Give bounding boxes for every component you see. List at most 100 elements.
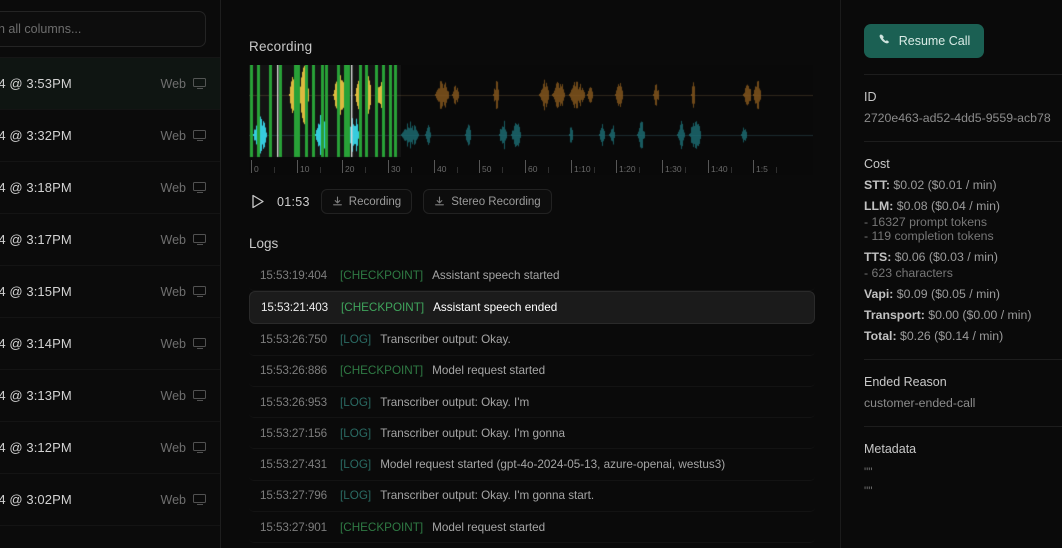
cost-line: LLM: $0.08 ($0.04 / min)	[864, 199, 1062, 213]
row-channel: Web	[160, 76, 186, 91]
log-row-selected[interactable]: 15:53:21:403 [CHECKPOINT] Assistant speech…	[249, 291, 815, 325]
table-row[interactable]: 24 @ 3:02PM Web	[0, 474, 220, 526]
log-timestamp: 15:53:27:431	[260, 458, 328, 472]
log-message: Assistant speech started	[432, 268, 560, 282]
recording-title: Recording	[249, 39, 313, 54]
ruler-label: 40	[437, 164, 447, 174]
ruler-tick	[571, 160, 572, 173]
log-row[interactable]: 15:53:27:156 [LOG] Transcriber output: Oka…	[249, 418, 815, 450]
play-button[interactable]	[249, 193, 266, 210]
log-row[interactable]: 15:53:28:102[LOG]Model request started (…	[249, 543, 815, 548]
monitor-icon	[193, 442, 206, 453]
table-row[interactable]: 24 @ 3:18PM Web	[0, 162, 220, 214]
row-channel: Web	[160, 336, 186, 351]
cost-group: STT: $0.02 ($0.01 / min)	[864, 178, 1062, 192]
resume-call-button[interactable]: Resume Call	[864, 24, 984, 58]
download-recording-button[interactable]: Recording	[320, 189, 413, 214]
log-message: Transcriber output: Okay.	[380, 332, 511, 346]
cost-value: $0.09 ($0.05 / min)	[893, 287, 1001, 301]
log-message: Model request started	[432, 364, 546, 378]
ruler-label: 1:40	[711, 164, 728, 174]
ended-reason-value: customer-ended-call	[864, 396, 976, 410]
table-row[interactable]: 24 @ 3:13PM Web	[0, 370, 220, 422]
ruler-label: 1:10	[574, 164, 591, 174]
ruler-tick	[251, 160, 252, 173]
ruler-tick	[662, 160, 663, 173]
ruler-tick	[479, 160, 480, 173]
table-row[interactable]: 24 @ 3:15PM Web	[0, 266, 220, 318]
cost-value: $0.02 ($0.01 / min)	[889, 178, 997, 192]
table-row[interactable]: 24 @ 3:32PM Web	[0, 110, 220, 162]
log-row[interactable]: 15:53:26:750 [LOG] Transcriber output: Oka…	[249, 324, 815, 356]
cost-line: Vapi: $0.09 ($0.05 / min)	[864, 287, 1062, 301]
ruler-tick-minor	[502, 167, 503, 173]
cost-line: STT: $0.02 ($0.01 / min)	[864, 178, 1062, 192]
cost-line: Total: $0.26 ($0.14 / min)	[864, 329, 1062, 343]
logs-list[interactable]: 15:53:19:404 [CHECKPOINT] Assistant speech…	[249, 260, 815, 548]
log-level: [CHECKPOINT]	[340, 520, 424, 534]
log-timestamp: 15:53:26:953	[260, 395, 328, 409]
log-level: [CHECKPOINT]	[340, 268, 424, 282]
ruler-tick	[342, 160, 343, 173]
id-value: 2720e463-ad52-4dd5-9559-acb78	[864, 111, 1051, 125]
monitor-icon	[193, 390, 206, 401]
row-date: 24 @ 3:02PM	[0, 492, 72, 507]
table-row[interactable]: 24 @ 3:17PM Web	[0, 214, 220, 266]
cost-name: STT:	[864, 178, 890, 192]
monitor-icon	[193, 286, 206, 297]
waveform-player[interactable]: 0 10 20 30 40 50 60 1:10 1:20 1:30 1:40 1:5	[249, 65, 813, 175]
log-row[interactable]: 15:53:27:431 [LOG] Model request started (…	[249, 449, 815, 481]
row-channel: Web	[160, 284, 186, 299]
download-icon	[332, 196, 343, 207]
log-timestamp: 15:53:26:750	[260, 332, 328, 346]
ruler-label: 60	[528, 164, 538, 174]
cost-name: Vapi:	[864, 287, 894, 301]
ruler-tick	[753, 160, 754, 173]
download-recording-label: Recording	[348, 195, 402, 208]
metadata-label: Metadata	[864, 442, 917, 456]
row-channel: Web	[160, 180, 186, 195]
table-row[interactable]: 24 @ 3:12PM Web	[0, 422, 220, 474]
table-row[interactable]: 24 @ 3:14PM Web	[0, 318, 220, 370]
log-row[interactable]: 15:53:26:886 [CHECKPOINT] Model request st…	[249, 356, 815, 387]
ruler-tick-minor	[731, 167, 732, 173]
log-row[interactable]: 15:53:26:953 [LOG] Transcriber output: Oka…	[249, 387, 815, 419]
log-timestamp: 15:53:26:886	[260, 364, 328, 378]
log-timestamp: 15:53:19:404	[260, 268, 328, 282]
table-row[interactable]: 24 @ 3:53PM Web	[0, 58, 220, 110]
waveform-selection-region[interactable]	[249, 65, 401, 157]
log-message: Assistant speech ended	[433, 301, 558, 315]
cost-group: LLM: $0.08 ($0.04 / min) - 16327 prompt t…	[864, 199, 1062, 243]
log-level: [LOG]	[340, 458, 372, 472]
log-row[interactable]: 15:53:19:404 [CHECKPOINT] Assistant speech…	[249, 260, 815, 292]
ruler-tick	[297, 160, 298, 173]
divider	[864, 426, 1062, 427]
ruler-label: 1:5	[756, 164, 768, 174]
log-message: Transcriber output: Okay. I'm gonna	[380, 426, 565, 440]
row-channel: Web	[160, 440, 186, 455]
row-date: 24 @ 3:17PM	[0, 232, 72, 247]
ruler-label: 10	[300, 164, 310, 174]
log-level: [LOG]	[340, 332, 372, 346]
log-timestamp: 15:53:21:403	[261, 301, 329, 315]
cost-name: Transport:	[864, 308, 925, 322]
row-date: 24 @ 3:53PM	[0, 76, 72, 91]
cost-label: Cost	[864, 157, 890, 171]
cost-value: $0.26 ($0.14 / min)	[896, 329, 1004, 343]
log-row[interactable]: 15:53:27:901 [CHECKPOINT] Model request st…	[249, 512, 815, 544]
monitor-icon	[193, 182, 206, 193]
ruler-tick-minor	[685, 167, 686, 173]
ruler-label: 0	[254, 164, 259, 174]
ruler-tick	[708, 160, 709, 173]
cost-name: LLM:	[864, 199, 894, 213]
search-input[interactable]	[0, 10, 206, 47]
playback-controls: 01:53 Recording Stereo Recording	[249, 189, 812, 214]
monitor-icon	[193, 338, 206, 349]
log-row[interactable]: 15:53:27:796 [LOG] Transcriber output: Oka…	[249, 481, 815, 513]
row-channel: Web	[160, 128, 186, 143]
download-stereo-recording-button[interactable]: Stereo Recording	[423, 189, 552, 214]
ruler-tick-minor	[594, 167, 595, 173]
cost-group: Vapi: $0.09 ($0.05 / min)	[864, 287, 1062, 301]
cost-subline: - 623 characters	[864, 266, 953, 280]
download-stereo-label: Stereo Recording	[451, 195, 541, 208]
